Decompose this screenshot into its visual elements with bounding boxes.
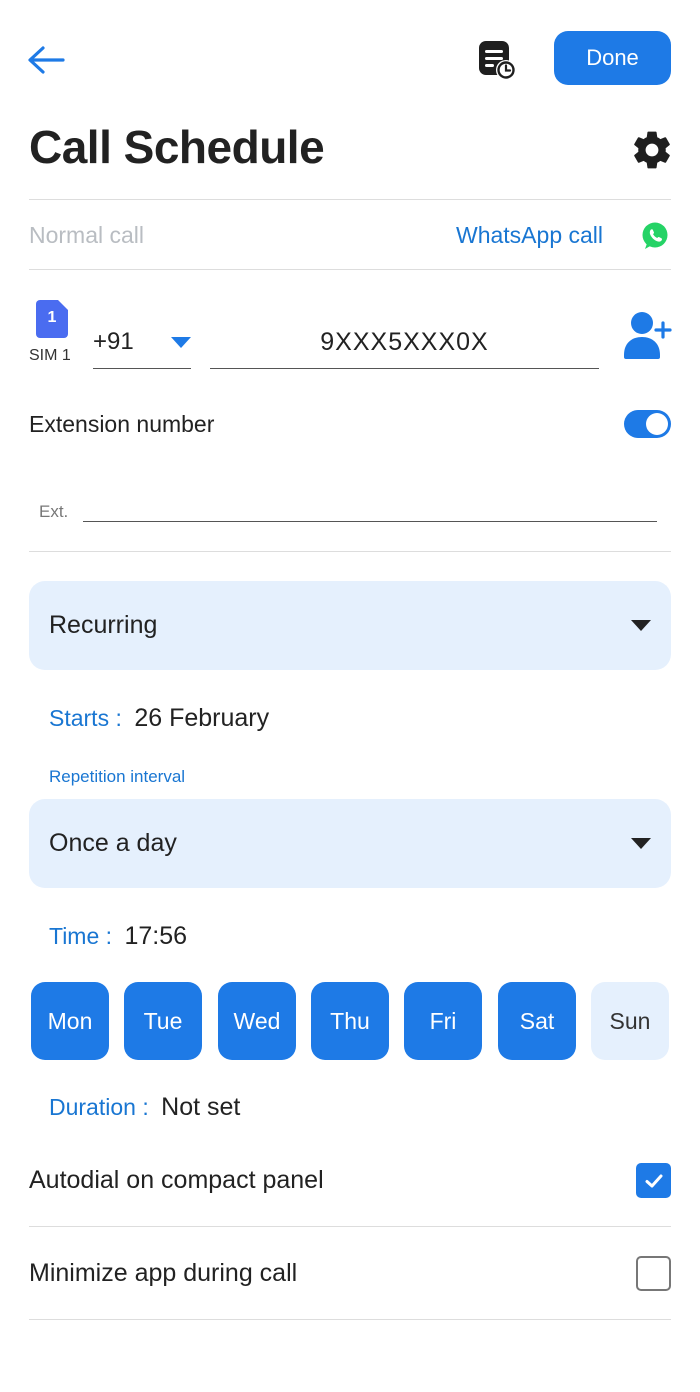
whatsapp-icon (640, 221, 670, 251)
day-tue[interactable]: Tue (124, 982, 202, 1060)
extension-label: Extension number (29, 411, 215, 437)
minimize-label: Minimize app during call (29, 1259, 298, 1287)
repetition-label: Repetition interval (49, 767, 186, 786)
arrow-left-icon (28, 46, 65, 74)
phone-number-input[interactable]: 9XXX5XXX0X (210, 322, 599, 369)
checkmark-icon (645, 1174, 662, 1187)
settings-button[interactable] (630, 128, 674, 172)
done-button[interactable]: Done (554, 31, 671, 85)
duration-value: Not set (161, 1093, 241, 1121)
starts-label: Starts : (49, 705, 122, 731)
divider (29, 1226, 671, 1227)
caret-down-icon (631, 838, 651, 849)
schedule-mode-value: Recurring (49, 611, 158, 639)
add-contact-icon (624, 312, 672, 359)
sim-selector[interactable]: 1 (36, 300, 68, 338)
caret-down-icon (171, 337, 191, 348)
autodial-label: Autodial on compact panel (29, 1166, 324, 1194)
repetition-dropdown[interactable]: Once a day (29, 799, 671, 888)
tab-normal-call[interactable]: Normal call (29, 222, 144, 249)
time-row[interactable]: Time : 17:56 (49, 922, 187, 951)
sim-number: 1 (47, 309, 57, 326)
day-mon[interactable]: Mon (31, 982, 109, 1060)
extension-prefix: Ext. (39, 502, 69, 521)
duration-label: Duration : (49, 1094, 149, 1120)
back-button[interactable] (26, 40, 66, 80)
minimize-checkbox[interactable] (636, 1256, 671, 1291)
schedule-mode-dropdown[interactable]: Recurring (29, 581, 671, 670)
day-fri[interactable]: Fri (404, 982, 482, 1060)
divider (29, 551, 671, 552)
sim-label: SIM 1 (29, 347, 71, 364)
scheduled-calls-button[interactable] (474, 38, 518, 82)
day-sat[interactable]: Sat (498, 982, 576, 1060)
page-title: Call Schedule (29, 121, 325, 173)
extension-toggle[interactable] (624, 410, 671, 438)
extension-input[interactable] (83, 492, 657, 522)
caret-down-icon (631, 620, 651, 631)
day-thu[interactable]: Thu (311, 982, 389, 1060)
gear-icon (634, 131, 670, 169)
toggle-knob (646, 413, 668, 435)
country-code-value: +91 (93, 328, 134, 355)
divider (29, 199, 671, 200)
add-contact-button[interactable] (622, 309, 672, 361)
day-sun[interactable]: Sun (591, 982, 669, 1060)
repetition-value: Once a day (49, 829, 177, 857)
tab-whatsapp-call[interactable]: WhatsApp call (456, 222, 603, 249)
divider (29, 269, 671, 270)
duration-row[interactable]: Duration : Not set (49, 1093, 240, 1122)
divider (29, 1319, 671, 1320)
schedule-history-icon (479, 41, 516, 80)
autodial-checkbox[interactable] (636, 1163, 671, 1198)
time-label: Time : (49, 923, 113, 949)
country-code-select[interactable]: +91 (93, 322, 191, 369)
starts-row[interactable]: Starts : 26 February (49, 704, 269, 733)
time-value: 17:56 (124, 922, 188, 950)
day-wed[interactable]: Wed (218, 982, 296, 1060)
starts-value: 26 February (134, 704, 270, 732)
